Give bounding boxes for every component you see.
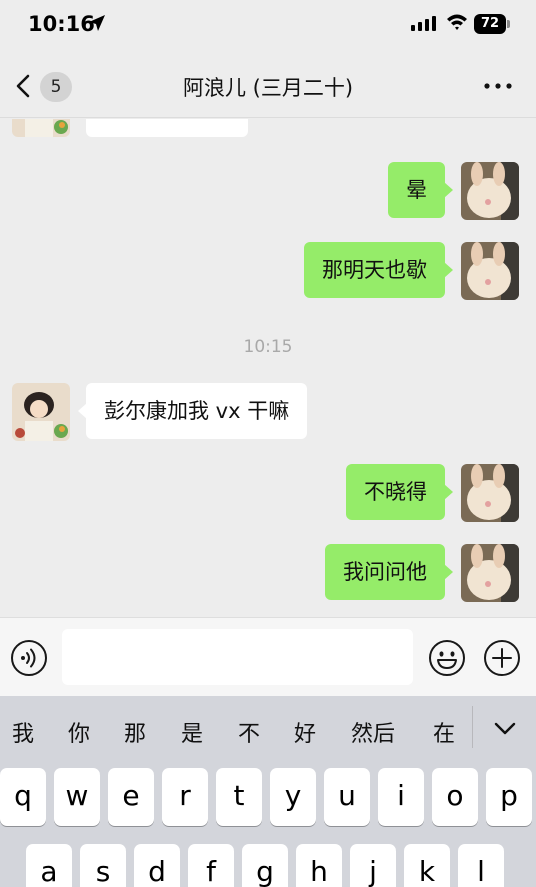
- key-h[interactable]: h: [296, 844, 342, 887]
- wifi-icon: [447, 14, 467, 30]
- key-u[interactable]: u: [324, 768, 370, 826]
- battery-level: 72: [480, 16, 500, 31]
- key-k[interactable]: k: [404, 844, 450, 887]
- key-w[interactable]: w: [54, 768, 100, 826]
- key-s[interactable]: s: [80, 844, 126, 887]
- plus-icon[interactable]: [483, 639, 521, 677]
- chat-header: 5 阿浪儿 (三月二十): [0, 56, 536, 118]
- status-bar: 10:16 72: [0, 0, 536, 56]
- key-e[interactable]: e: [108, 768, 154, 826]
- key-p[interactable]: p: [486, 768, 532, 826]
- key-r[interactable]: r: [162, 768, 208, 826]
- location-arrow-icon: [89, 15, 105, 31]
- message-input-bar: [0, 617, 536, 696]
- back-chevron-icon[interactable]: [14, 74, 34, 98]
- key-y[interactable]: y: [270, 768, 316, 826]
- key-l[interactable]: l: [458, 844, 504, 887]
- status-time: 10:16: [28, 12, 95, 36]
- message-bubble-sent[interactable]: 那明天也歇: [304, 242, 453, 298]
- more-icon[interactable]: [478, 74, 518, 98]
- keyboard: 我 你 那 是 不 好 然后 在 q w e r t y u i o p a s…: [0, 696, 536, 887]
- key-a[interactable]: a: [26, 844, 72, 887]
- candidate-word[interactable]: 你: [68, 716, 90, 748]
- chat-title: 阿浪儿 (三月二十): [182, 76, 354, 100]
- message-input[interactable]: [62, 629, 413, 685]
- my-avatar[interactable]: [461, 544, 519, 602]
- candidate-word[interactable]: 好: [294, 716, 316, 748]
- message-bubble-sent[interactable]: 晕: [388, 162, 453, 218]
- signal-icon: [411, 16, 436, 31]
- chat-history[interactable]: 明天我约个了 晕 那明天也歇 10:15: [0, 119, 536, 617]
- candidate-word[interactable]: 我: [12, 716, 34, 748]
- candidate-word[interactable]: 是: [181, 716, 203, 748]
- my-avatar[interactable]: [461, 162, 519, 220]
- battery-icon: 72: [474, 14, 510, 34]
- message-bubble-sent[interactable]: 我问问他: [325, 544, 453, 600]
- message-bubble-sent[interactable]: 不晓得: [346, 464, 453, 520]
- message-timestamp: 10:15: [243, 337, 293, 357]
- contact-avatar[interactable]: [12, 383, 70, 441]
- contact-avatar[interactable]: [12, 119, 70, 137]
- unread-count-badge[interactable]: 5: [40, 72, 72, 102]
- candidate-word[interactable]: 不: [238, 716, 260, 748]
- key-f[interactable]: f: [188, 844, 234, 887]
- candidate-word[interactable]: 那: [124, 716, 146, 748]
- message-bubble-partial[interactable]: 明天我约个了: [86, 119, 248, 137]
- emoji-icon[interactable]: [428, 639, 466, 677]
- key-q[interactable]: q: [0, 768, 46, 826]
- key-g[interactable]: g: [242, 844, 288, 887]
- my-avatar[interactable]: [461, 242, 519, 300]
- key-i[interactable]: i: [378, 768, 424, 826]
- candidate-word[interactable]: 在: [433, 716, 455, 748]
- voice-icon[interactable]: [10, 639, 48, 677]
- key-o[interactable]: o: [432, 768, 478, 826]
- key-d[interactable]: d: [134, 844, 180, 887]
- candidate-divider: [472, 706, 473, 748]
- candidate-word[interactable]: 然后: [351, 716, 395, 748]
- key-j[interactable]: j: [350, 844, 396, 887]
- message-bubble-received[interactable]: 彭尔康加我 vx 干嘛: [77, 383, 308, 439]
- my-avatar[interactable]: [461, 464, 519, 522]
- chevron-down-icon[interactable]: [490, 718, 520, 740]
- key-t[interactable]: t: [216, 768, 262, 826]
